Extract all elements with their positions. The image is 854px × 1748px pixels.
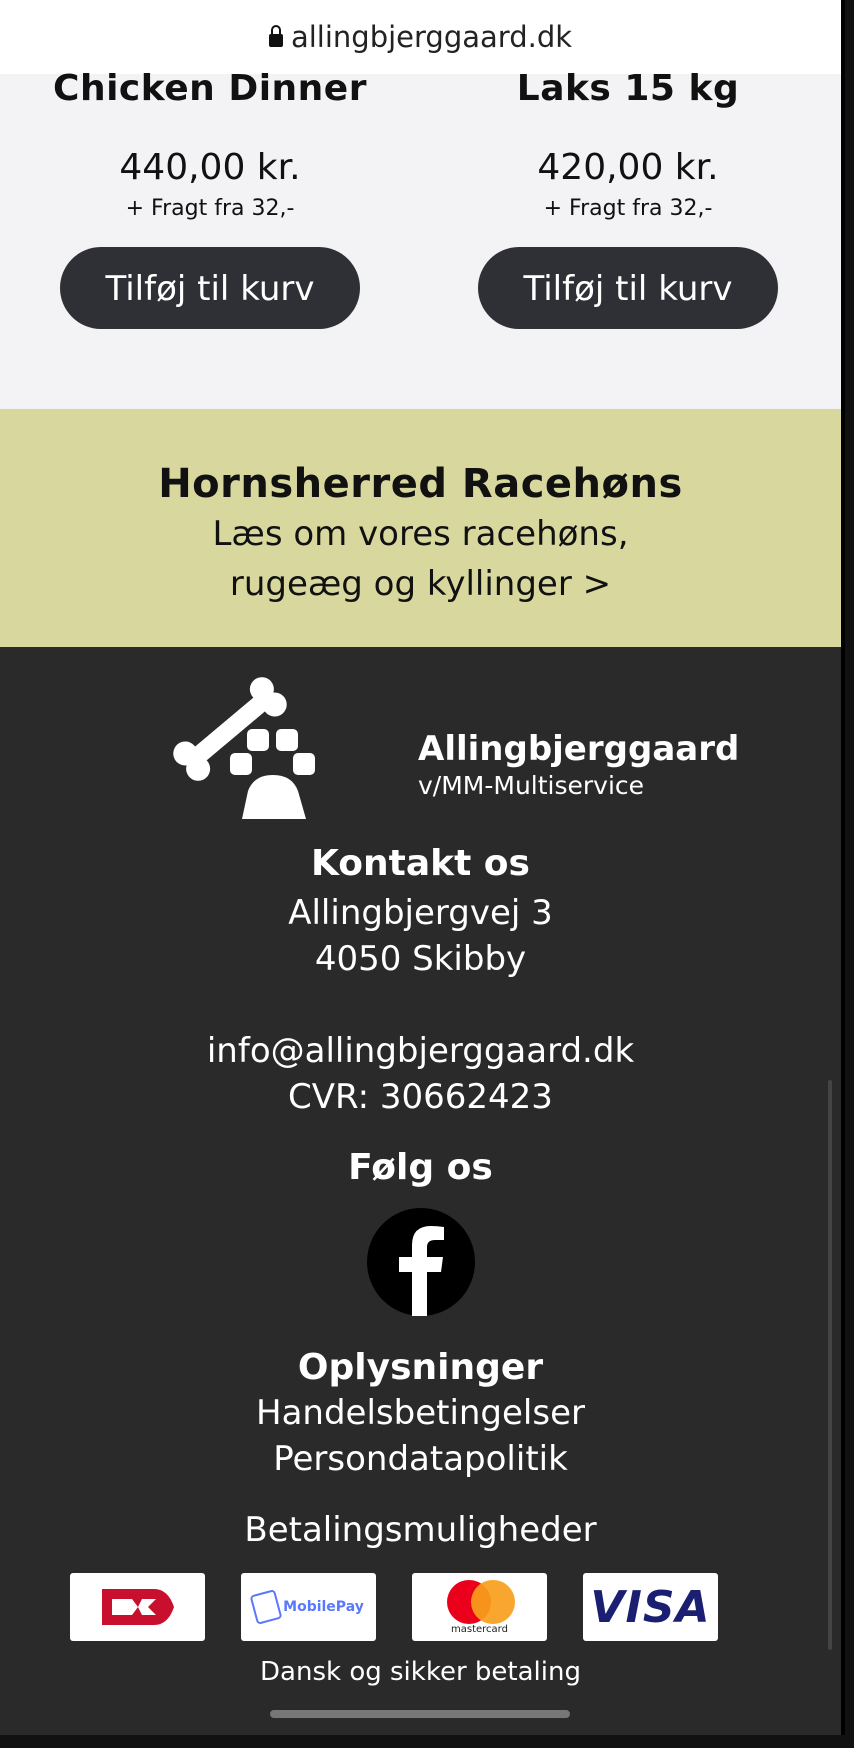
url-text: allingbjerggaard.dk: [290, 20, 573, 54]
phone-screen: allingbjerggaard.dk Chicken Dinner 440,0…: [0, 0, 845, 1735]
visa-label: VISA: [590, 1581, 711, 1633]
product-card: Laks 15 kg 420,00 kr. + Fragt fra 32,- T…: [458, 68, 798, 329]
home-indicator[interactable]: [270, 1710, 570, 1718]
brand-name: Allingbjerggaard: [418, 729, 740, 769]
banner-line-2: rugeæg og kyllinger >: [229, 564, 612, 604]
contact-section: Kontakt os Allingbjergvej 3 4050 Skibby …: [0, 843, 841, 1120]
info-section: Oplysninger Handelsbetingelser Persondat…: [0, 1347, 841, 1482]
contact-heading: Kontakt os: [311, 843, 530, 884]
brand-subtitle: v/MM-Multiservice: [418, 771, 645, 800]
banner-line-1: Læs om vores racehøns,: [212, 514, 629, 554]
facebook-icon[interactable]: [366, 1208, 475, 1316]
product-name[interactable]: Laks 15 kg: [458, 68, 798, 109]
racehons-banner-link[interactable]: Hornsherred Racehøns Læs om vores racehø…: [0, 409, 841, 647]
product-shipping: + Fragt fra 32,-: [543, 196, 713, 221]
add-to-cart-button[interactable]: Tilføj til kurv: [60, 247, 360, 329]
product-card: Chicken Dinner 440,00 kr. + Fragt fra 32…: [40, 68, 380, 329]
add-to-cart-button[interactable]: Tilføj til kurv: [478, 247, 778, 329]
payment-note-section: Dansk og sikker betaling: [0, 1657, 841, 1687]
footer: Allingbjerggaard v/MM-Multiservice Konta…: [0, 647, 841, 1735]
banner-title: Hornsherred Racehøns: [158, 461, 683, 507]
product-price: 440,00 kr.: [119, 147, 301, 188]
terms-link[interactable]: Handelsbetingelser: [0, 1390, 841, 1436]
product-name[interactable]: Chicken Dinner: [40, 68, 380, 109]
dankort-icon: [70, 1573, 205, 1641]
brand-text: Allingbjerggaard v/MM-Multiservice: [418, 729, 739, 800]
mobilepay-label: MobilePay: [283, 1599, 364, 1615]
url-display[interactable]: allingbjerggaard.dk: [268, 20, 573, 54]
privacy-link[interactable]: Persondatapolitik: [0, 1436, 841, 1482]
payment-methods: MobilePay mastercard VISA: [70, 1573, 720, 1641]
browser-url-bar[interactable]: allingbjerggaard.dk: [0, 0, 841, 75]
visa-icon: VISA: [583, 1573, 718, 1641]
product-grid: Chicken Dinner 440,00 kr. + Fragt fra 32…: [0, 68, 841, 409]
mastercard-icon: mastercard: [412, 1573, 547, 1641]
address-line-1: Allingbjergvej 3: [288, 893, 553, 933]
info-heading: Oplysninger: [297, 1347, 544, 1388]
payment-note: Dansk og sikker betaling: [260, 1657, 581, 1687]
product-shipping: + Fragt fra 32,-: [125, 196, 295, 221]
scrollbar[interactable]: [828, 1080, 832, 1650]
payment-section: Betalingsmuligheder: [0, 1507, 841, 1553]
product-price: 420,00 kr.: [537, 147, 719, 188]
follow-heading: Følg os: [348, 1147, 493, 1188]
follow-section: Følg os: [0, 1147, 841, 1320]
bone-paw-logo-icon: [173, 677, 315, 819]
cvr-number: CVR: 30662423: [288, 1077, 553, 1117]
lock-icon: [268, 24, 283, 47]
footer-logo[interactable]: Allingbjerggaard v/MM-Multiservice: [0, 671, 841, 819]
payment-heading: Betalingsmuligheder: [244, 1510, 597, 1550]
mobilepay-icon: MobilePay: [241, 1573, 376, 1641]
mastercard-label: mastercard: [451, 1623, 508, 1635]
address-line-2: 4050 Skibby: [314, 939, 527, 979]
email-link[interactable]: info@allingbjerggaard.dk: [0, 1028, 841, 1074]
